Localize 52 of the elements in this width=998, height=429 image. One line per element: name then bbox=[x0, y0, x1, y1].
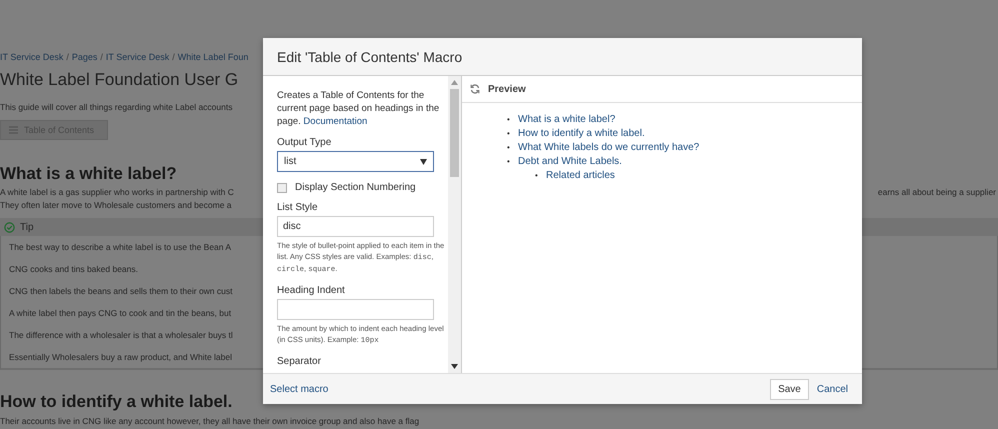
input-field[interactable]: disc bbox=[277, 216, 434, 238]
field-label: List Style bbox=[277, 202, 319, 214]
bullet: • bbox=[507, 142, 511, 154]
tip-text: Essentially Wholesalers buy a raw product, and White label bbox=[9, 352, 232, 362]
list-icon bbox=[9, 126, 18, 134]
scrollbar-thumb[interactable] bbox=[450, 89, 459, 177]
scroll-down-icon[interactable] bbox=[451, 364, 458, 369]
cancel-link[interactable]: Cancel bbox=[816, 384, 848, 394]
bullet: • bbox=[507, 128, 511, 140]
tip-text: CNG then labels the beans and sells them to their own cust bbox=[9, 286, 232, 296]
tip-text: A white label then pays CNG to cook and tin the beans, but bbox=[9, 308, 232, 318]
output-type-dropdown[interactable]: list bbox=[277, 151, 434, 172]
breadcrumb-separator: / bbox=[100, 52, 103, 62]
tip-text: CNG cooks and tins baked beans. bbox=[9, 264, 138, 274]
breadcrumb-separator: / bbox=[66, 52, 69, 62]
toc-link[interactable]: Debt and White Labels. bbox=[518, 156, 622, 167]
page-title: White Label Foundation User G bbox=[0, 70, 238, 90]
intro-text: This guide will cover all things regarding white Label accounts bbox=[0, 102, 232, 112]
toc-link[interactable]: What White labels do we currently have? bbox=[518, 142, 700, 153]
bullet: • bbox=[535, 170, 539, 182]
field-label: Heading Indent bbox=[277, 285, 346, 296]
documentation-link[interactable]: Documentation bbox=[303, 116, 368, 127]
description-text: Creates a Table of Contents for the current page based on headings in the page. Documentation bbox=[277, 90, 440, 128]
checkbox-label: Display Section Numbering bbox=[295, 182, 416, 194]
save-button[interactable]: Save bbox=[770, 378, 809, 400]
scroll-up-icon[interactable] bbox=[451, 80, 458, 85]
toc-link[interactable]: Related articles bbox=[546, 170, 615, 181]
toc-link[interactable]: What is a white label? bbox=[518, 114, 616, 125]
bullet: • bbox=[507, 114, 511, 126]
tip-text: The difference with a wholesaler is that a wholesaler buys tl bbox=[9, 330, 233, 340]
select-macro-link[interactable]: Select macro bbox=[270, 384, 328, 394]
check-circle-icon bbox=[4, 222, 15, 232]
field-label: Output Type bbox=[277, 137, 332, 148]
refresh-icon[interactable] bbox=[470, 84, 480, 94]
caret-icon bbox=[420, 158, 427, 165]
scrollbar[interactable] bbox=[448, 76, 461, 373]
breadcrumb-separator: / bbox=[172, 52, 175, 62]
section-heading: What is a white label? bbox=[0, 164, 177, 184]
field-label: Separator bbox=[277, 356, 322, 367]
preview-title: Preview bbox=[488, 84, 526, 94]
bullet: • bbox=[507, 156, 511, 168]
paragraph-text: earns all about being a supplier bbox=[878, 187, 997, 197]
toc-link[interactable]: How to identify a white label. bbox=[518, 128, 645, 139]
tip-text: The best way to describe a white label is to use the Bean A bbox=[9, 242, 232, 252]
section-heading: How to identify a white label. bbox=[0, 392, 232, 412]
input-field[interactable] bbox=[277, 299, 434, 320]
paragraph-text: They often later move to Wholesale customers and become a bbox=[0, 200, 232, 210]
paragraph-text: Their accounts live in CNG like any account however, they all have their own invoice group and also have a flag bbox=[0, 416, 420, 426]
paragraph-text: A white label is a gas supplier who works in partnership with C bbox=[0, 187, 234, 197]
tip-title: Tip bbox=[20, 222, 34, 232]
checkbox[interactable] bbox=[277, 182, 287, 193]
dialog-title: Edit 'Table of Contents' Macro bbox=[277, 48, 462, 64]
